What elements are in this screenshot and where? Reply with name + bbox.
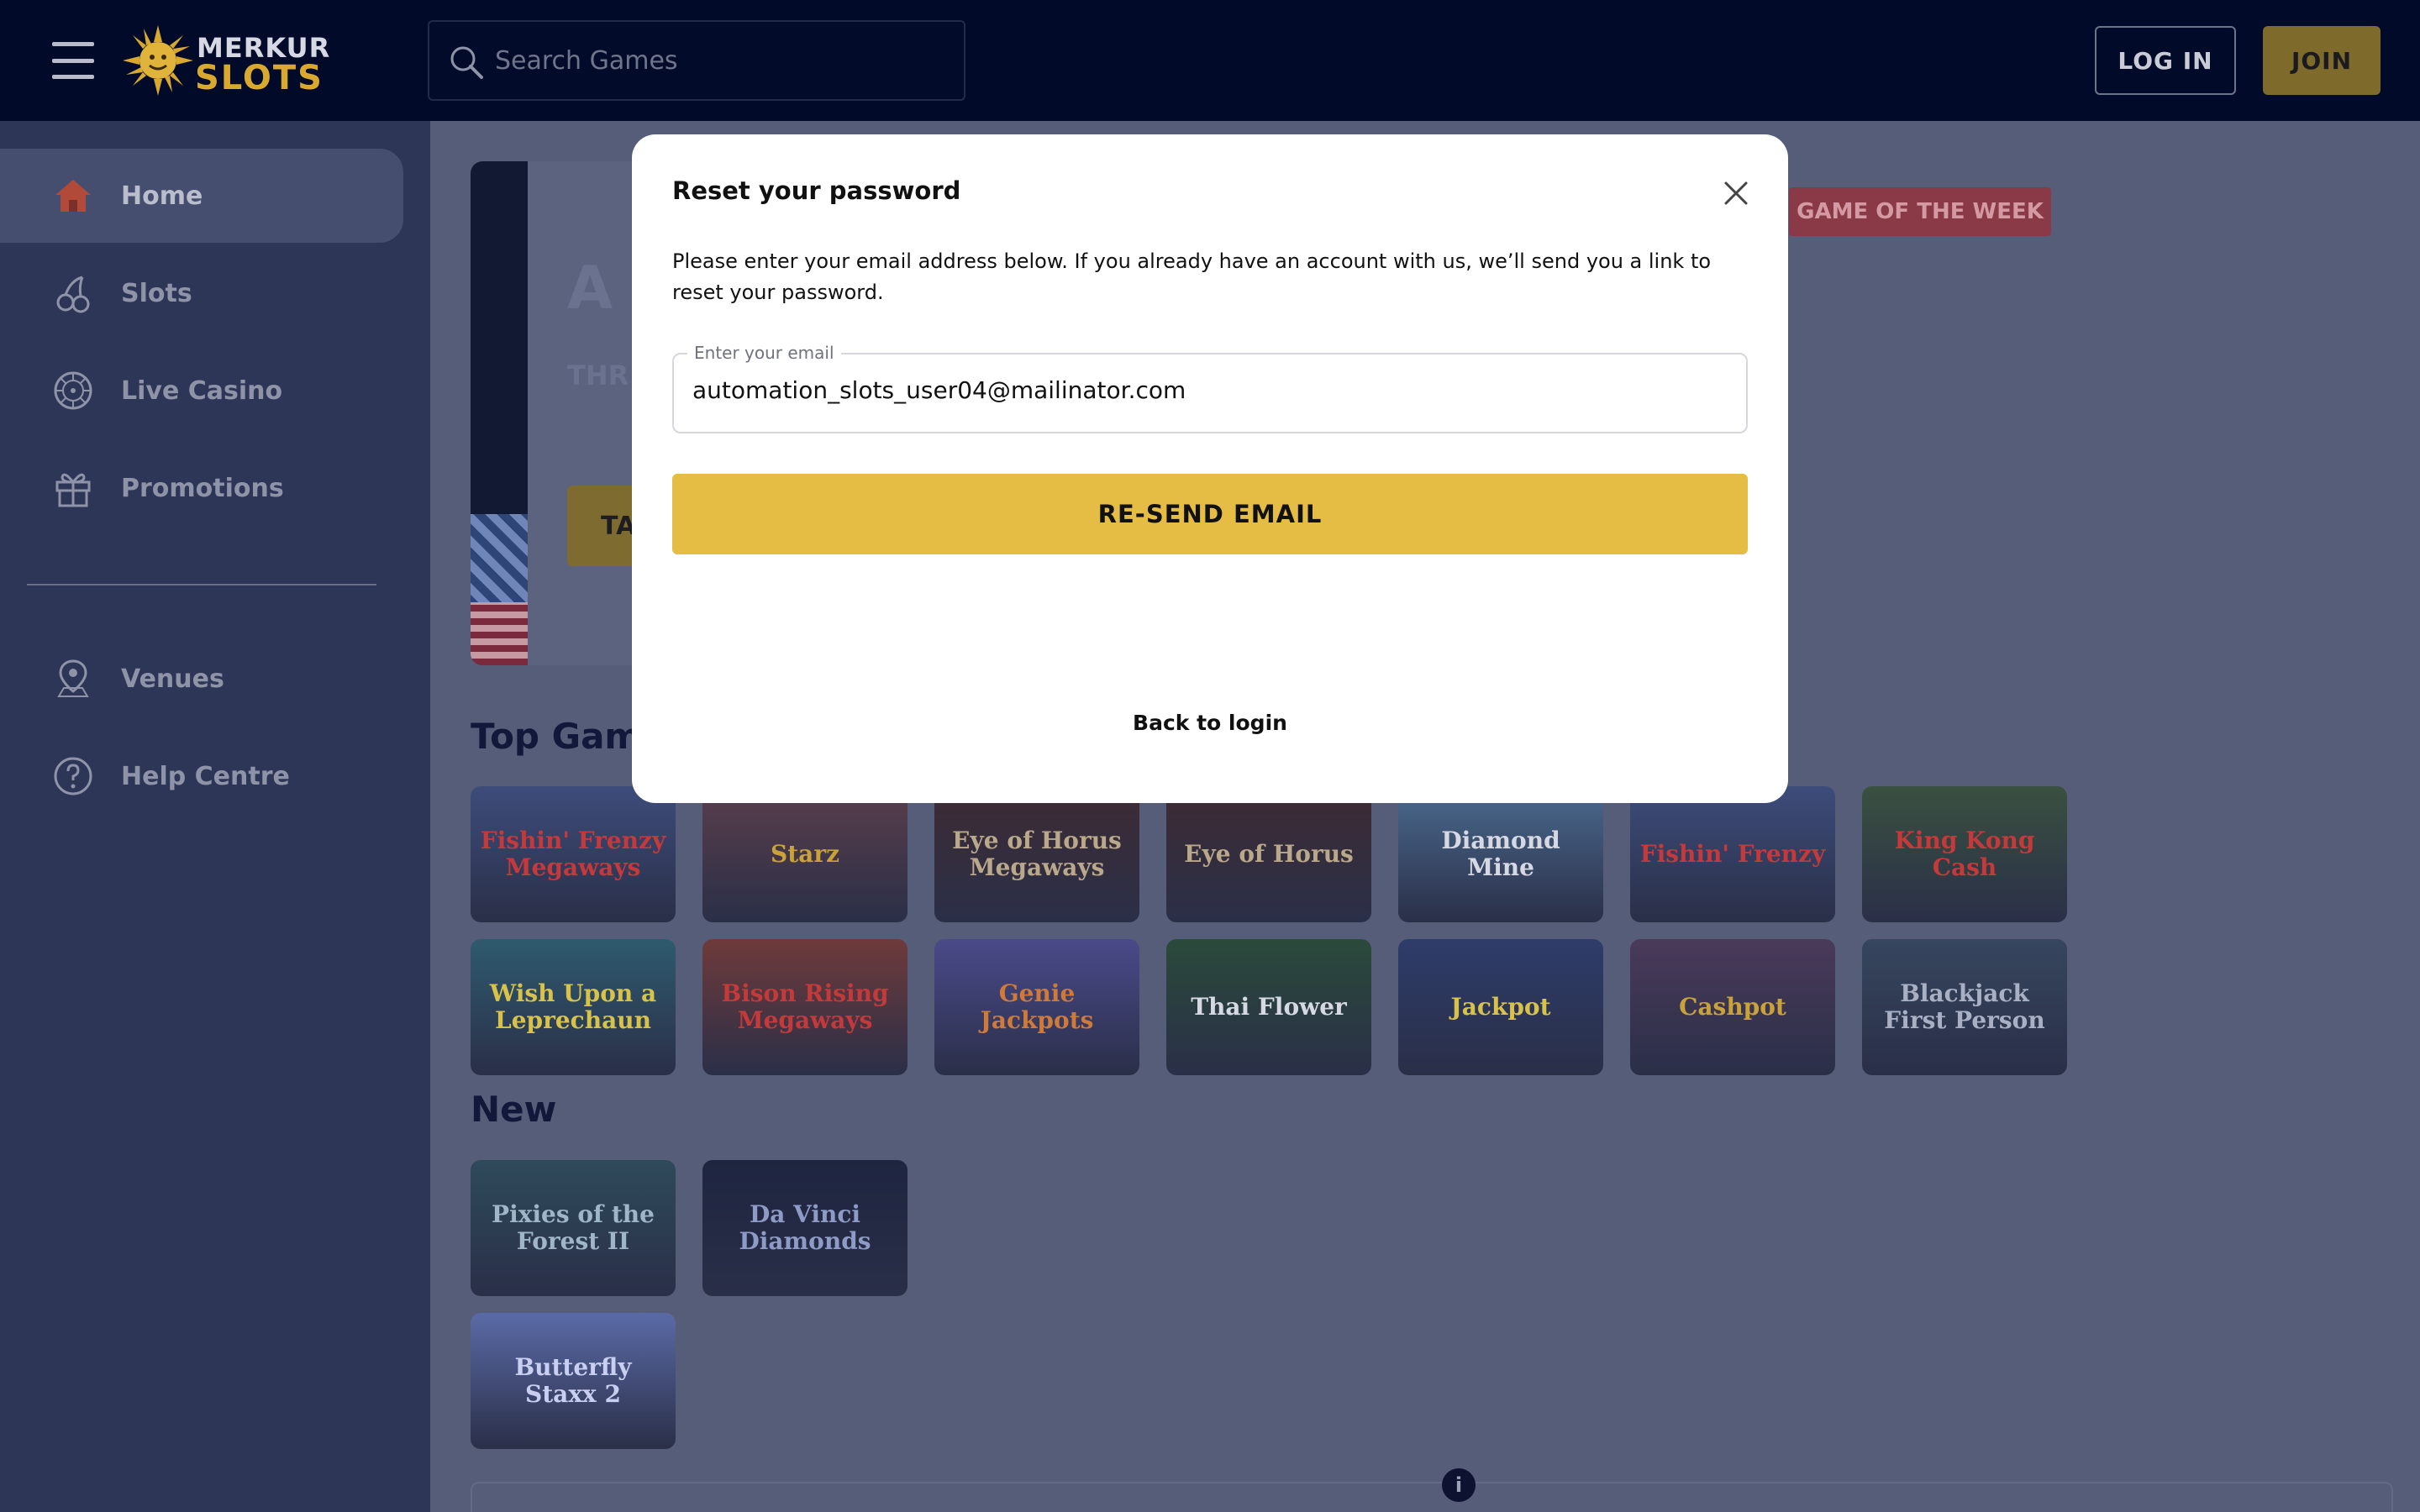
email-field[interactable]: Enter your email — [672, 343, 1748, 433]
game-tile[interactable]: Diamond Mine — [1398, 786, 1603, 922]
game-tile-title: Starz — [771, 840, 839, 868]
casino-chips-image — [471, 514, 528, 606]
game-tile[interactable]: Jackpot — [1398, 939, 1603, 1075]
banner-subtitle: THR — [567, 360, 629, 391]
modal-title: Reset your password — [672, 176, 961, 205]
game-tile[interactable]: Thai Flower — [1166, 939, 1371, 1075]
map-pin-icon — [57, 659, 89, 697]
banner-title: A — [567, 254, 613, 323]
game-tile-title: Diamond Mine — [1441, 827, 1560, 881]
info-card: i — [471, 1468, 2393, 1512]
game-tile-title: Fishin' Frenzy — [1639, 840, 1826, 868]
cherry-icon — [56, 276, 90, 313]
game-tile-title: Jackpot — [1450, 993, 1551, 1021]
top-header: MERKUR SLOTS LOG IN JOIN — [0, 0, 2420, 121]
back-to-login-link[interactable]: Back to login — [632, 711, 1788, 735]
game-tile[interactable]: Blackjack First Person — [1862, 939, 2067, 1075]
email-field-label: Enter your email — [687, 343, 841, 363]
question-circle-icon — [54, 757, 92, 795]
resend-email-button[interactable]: RE-SEND EMAIL — [672, 474, 1748, 554]
modal-description: Please enter your email address below. I… — [672, 249, 1712, 304]
home-icon — [55, 180, 91, 212]
game-tile-title: Butterfly Staxx 2 — [514, 1353, 632, 1408]
game-tile-title: Cashpot — [1679, 993, 1786, 1021]
game-tile-title: Eye of Horus — [1184, 840, 1354, 868]
game-tile-title: Pixies of the Forest II — [492, 1200, 655, 1255]
join-button[interactable]: JOIN — [2263, 26, 2381, 95]
game-tile[interactable]: Pixies of the Forest II — [471, 1160, 676, 1296]
game-of-the-week-badge: GAME OF THE WEEK — [1789, 187, 2051, 236]
game-tile-title: Blackjack First Person — [1884, 979, 2045, 1034]
sidebar-item-slots[interactable]: Slots — [0, 246, 403, 340]
sidebar-item-live-casino[interactable]: Live Casino — [0, 344, 403, 438]
game-tile-title: Genie Jackpots — [980, 979, 1094, 1034]
info-icon[interactable]: i — [1442, 1468, 1476, 1502]
merkur-slots-logo[interactable]: MERKUR SLOTS — [121, 24, 329, 97]
logo-wordmark-bottom: SLOTS — [195, 59, 324, 97]
game-tile[interactable]: King Kong Cash — [1862, 786, 2067, 922]
game-tile[interactable]: Fishin' Frenzy — [1630, 786, 1835, 922]
game-tile[interactable]: Cashpot — [1630, 939, 1835, 1075]
game-tile[interactable]: Wish Upon a Leprechaun — [471, 939, 676, 1075]
game-tile[interactable]: Butterfly Staxx 2 — [471, 1313, 676, 1449]
search-box[interactable] — [428, 20, 965, 101]
game-tile[interactable]: Bison Rising Megaways — [702, 939, 908, 1075]
sidebar: Home Slots Live Casino Promotions Venues… — [0, 121, 430, 1512]
sun-logo-icon — [123, 25, 193, 96]
sidebar-item-label: Promotions — [121, 473, 284, 503]
sidebar-item-label: Home — [121, 181, 203, 211]
sidebar-item-promotions[interactable]: Promotions — [0, 441, 403, 535]
sidebar-item-label: Slots — [121, 278, 192, 308]
close-icon[interactable] — [1721, 178, 1751, 208]
menu-icon[interactable] — [52, 42, 94, 79]
search-icon — [450, 46, 483, 79]
game-tile-title: Fishin' Frenzy Megaways — [480, 827, 666, 881]
sidebar-item-help-centre[interactable]: Help Centre — [0, 729, 403, 823]
login-button[interactable]: LOG IN — [2095, 26, 2236, 95]
game-tile[interactable]: Starz — [702, 786, 908, 922]
sidebar-item-label: Help Centre — [121, 761, 290, 791]
game-tile-title: Eye of Horus Megaways — [952, 827, 1122, 881]
casino-chips-image — [471, 602, 528, 665]
search-input[interactable] — [495, 39, 932, 82]
game-tile[interactable]: Genie Jackpots — [934, 939, 1139, 1075]
sidebar-item-label: Live Casino — [121, 375, 283, 406]
game-tile[interactable]: Da Vinci Diamonds — [702, 1160, 908, 1296]
game-tile-title: King Kong Cash — [1894, 827, 2035, 881]
roulette-wheel-icon — [54, 371, 92, 410]
sidebar-divider — [27, 584, 376, 585]
section-title-new: New — [471, 1089, 557, 1130]
game-tile-title: Wish Upon a Leprechaun — [489, 979, 657, 1034]
gift-icon — [55, 473, 91, 507]
sidebar-item-label: Venues — [121, 664, 224, 694]
game-tile-title: Thai Flower — [1191, 993, 1347, 1021]
game-tile-title: Bison Rising Megaways — [721, 979, 889, 1034]
sidebar-item-home[interactable]: Home — [0, 149, 403, 243]
game-tile[interactable]: Eye of Horus Megaways — [934, 786, 1139, 922]
game-tile[interactable]: Fishin' Frenzy Megaways — [471, 786, 676, 922]
game-tile-title: Da Vinci Diamonds — [739, 1200, 871, 1255]
game-tile[interactable]: Eye of Horus — [1166, 786, 1371, 922]
email-input[interactable] — [692, 376, 1726, 404]
sidebar-item-venues[interactable]: Venues — [0, 632, 403, 726]
reset-password-modal: Reset your password Please enter your em… — [632, 134, 1788, 803]
